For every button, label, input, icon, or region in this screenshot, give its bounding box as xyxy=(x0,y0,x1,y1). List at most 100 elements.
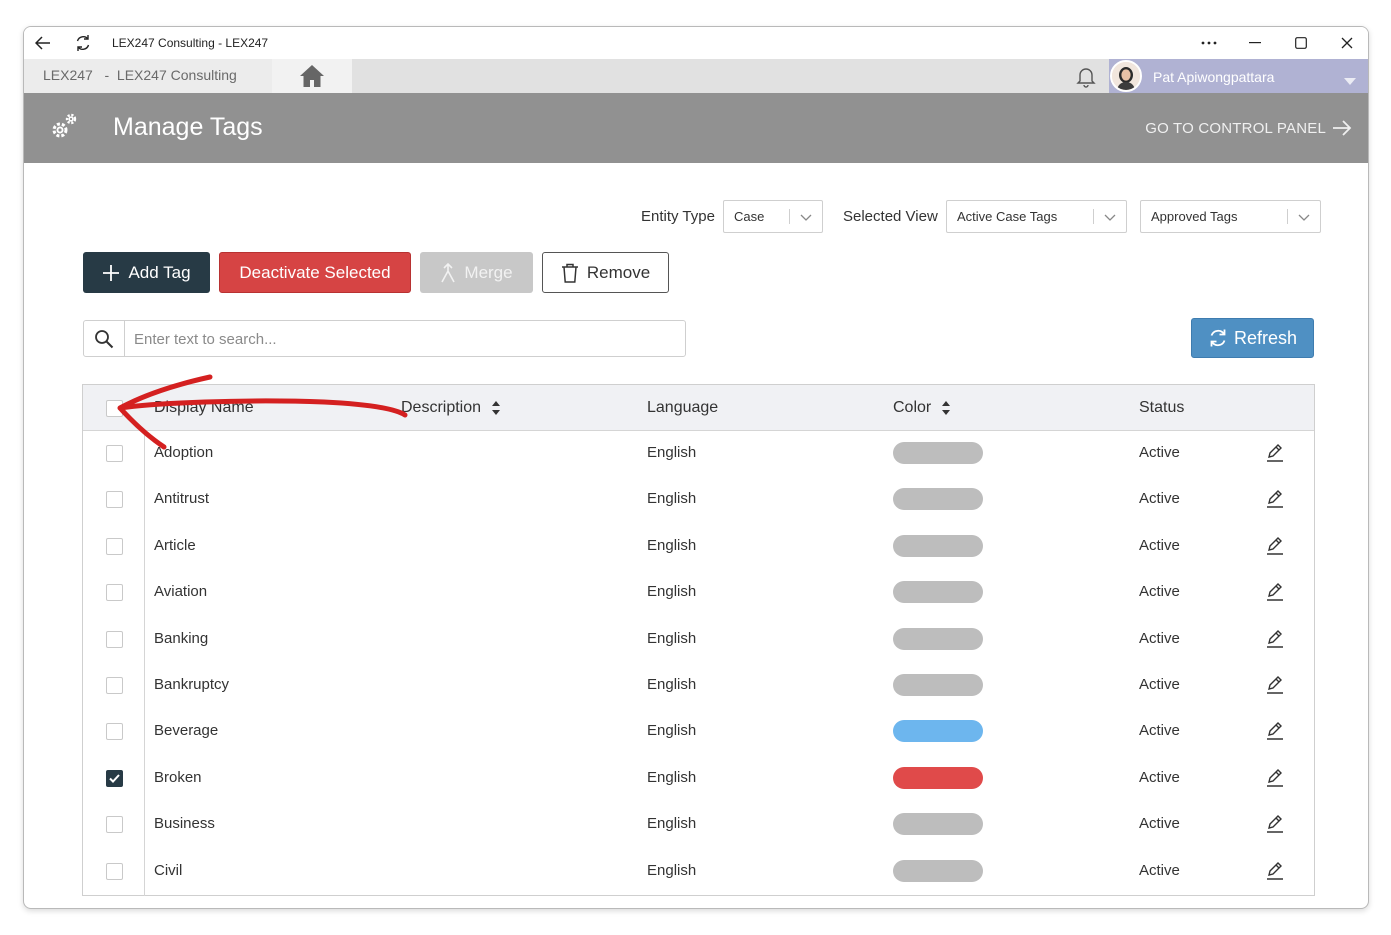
tag-language: English xyxy=(647,444,697,461)
tag-language: English xyxy=(647,583,697,601)
table-row[interactable]: Banking English Active xyxy=(83,617,1314,663)
tag-color-swatch xyxy=(893,766,983,789)
table-row[interactable]: Broken English Active xyxy=(83,756,1314,802)
bell-icon[interactable] xyxy=(1074,64,1098,93)
edit-pencil-icon[interactable] xyxy=(1265,535,1285,559)
close-icon[interactable] xyxy=(1337,33,1357,53)
remove-button[interactable]: Remove xyxy=(542,252,669,293)
tag-status: Active xyxy=(1139,536,1180,554)
edit-pencil-icon[interactable] xyxy=(1265,581,1285,605)
selected-view-value: Active Case Tags xyxy=(957,209,1058,224)
approval-filter-value: Approved Tags xyxy=(1151,209,1238,224)
control-panel-link[interactable]: GO TO CONTROL PANEL xyxy=(1145,119,1352,137)
row-checkbox[interactable] xyxy=(106,584,123,602)
entity-type-label: Entity Type xyxy=(641,208,715,225)
app-window: LEX247 Consulting - LEX247 LEX247 - LEX2… xyxy=(23,26,1369,909)
tag-name: Adoption xyxy=(154,444,214,461)
add-tag-label: Add Tag xyxy=(128,262,191,282)
checkmark-icon xyxy=(109,774,120,783)
search-icon[interactable] xyxy=(84,321,125,356)
edit-pencil-icon[interactable] xyxy=(1265,488,1285,512)
control-panel-label: GO TO CONTROL PANEL xyxy=(1145,119,1326,137)
window-title: LEX247 Consulting - LEX247 xyxy=(112,36,269,50)
table-row[interactable]: Article English Active xyxy=(83,524,1314,570)
row-checkbox[interactable] xyxy=(106,862,123,880)
refresh-sync-icon[interactable] xyxy=(73,33,93,53)
search-input[interactable] xyxy=(134,329,674,349)
add-tag-button[interactable]: Add Tag xyxy=(83,252,210,293)
page-header: Manage Tags GO TO CONTROL PANEL xyxy=(24,93,1368,163)
search-box xyxy=(83,320,686,357)
deactivate-label: Deactivate Selected xyxy=(239,262,391,282)
home-button[interactable] xyxy=(272,59,352,93)
table-row[interactable]: Civil English Active xyxy=(83,849,1314,895)
edit-pencil-icon[interactable] xyxy=(1265,720,1285,744)
column-header-color[interactable]: Color xyxy=(893,399,951,417)
column-header-status[interactable]: Status xyxy=(1139,399,1184,417)
merge-button[interactable]: Merge xyxy=(420,252,533,293)
table-row[interactable]: Bankruptcy English Active xyxy=(83,663,1314,709)
chevron-down-icon xyxy=(1104,210,1116,225)
table-row[interactable]: Aviation English Active xyxy=(83,570,1314,616)
minimize-icon[interactable] xyxy=(1245,33,1265,53)
more-icon[interactable] xyxy=(1199,33,1219,53)
arrow-right-icon xyxy=(1333,120,1352,136)
refresh-button[interactable]: Refresh xyxy=(1191,318,1314,358)
row-checkbox[interactable] xyxy=(106,769,123,787)
tag-status: Active xyxy=(1139,629,1180,647)
tag-status: Active xyxy=(1139,768,1180,786)
table-row[interactable]: Beverage English Active xyxy=(83,709,1314,755)
app-tab[interactable]: LEX247 - LEX247 Consulting xyxy=(24,59,272,93)
entity-type-select[interactable]: Case xyxy=(723,200,823,233)
column-header-language[interactable]: Language xyxy=(647,399,718,417)
avatar xyxy=(1110,60,1142,92)
column-header-description[interactable]: Description xyxy=(401,399,501,417)
table-row[interactable]: Business English Active xyxy=(83,802,1314,848)
row-checkbox[interactable] xyxy=(106,723,123,741)
tag-color-swatch xyxy=(893,442,983,464)
refresh-label: Refresh xyxy=(1233,327,1298,348)
page-title: Manage Tags xyxy=(113,113,263,141)
row-checkbox[interactable] xyxy=(106,537,123,555)
maximize-icon[interactable] xyxy=(1291,33,1311,53)
edit-pencil-icon[interactable] xyxy=(1265,628,1285,652)
tag-color-swatch xyxy=(893,488,983,511)
row-checkbox[interactable] xyxy=(106,816,123,834)
edit-pencil-icon[interactable] xyxy=(1265,442,1285,466)
tag-color-swatch xyxy=(893,534,983,557)
chevron-down-icon xyxy=(1298,210,1310,225)
back-arrow-icon[interactable] xyxy=(33,33,53,53)
tag-name: Beverage xyxy=(154,722,219,740)
row-checkbox[interactable] xyxy=(106,677,123,694)
tag-status: Active xyxy=(1139,490,1180,508)
title-bar: LEX247 Consulting - LEX247 xyxy=(24,27,1368,59)
table-row[interactable]: Adoption English Active xyxy=(83,431,1314,477)
refresh-icon xyxy=(1210,329,1226,347)
edit-pencil-icon[interactable] xyxy=(1265,813,1285,837)
tag-color-swatch xyxy=(893,813,983,836)
tags-table: Display Name Description Language Color … xyxy=(82,384,1315,896)
user-menu[interactable]: Pat Apiwongpattara xyxy=(1109,59,1368,93)
merge-label: Merge xyxy=(464,262,513,282)
row-checkbox[interactable] xyxy=(106,445,123,462)
edit-pencil-icon[interactable] xyxy=(1265,674,1285,698)
table-row[interactable]: Antitrust English Active xyxy=(83,477,1314,523)
merge-icon xyxy=(441,262,456,282)
tag-name: Broken xyxy=(154,768,202,786)
selected-view-select[interactable]: Active Case Tags xyxy=(946,200,1127,233)
row-checkbox[interactable] xyxy=(106,491,123,509)
tag-color-swatch xyxy=(893,674,983,696)
row-checkbox[interactable] xyxy=(106,630,123,648)
approval-filter-select[interactable]: Approved Tags xyxy=(1140,200,1321,233)
tag-color-swatch xyxy=(893,859,983,882)
tag-color-swatch xyxy=(893,581,983,604)
tag-name: Antitrust xyxy=(154,490,210,508)
user-name: Pat Apiwongpattara xyxy=(1153,69,1275,85)
trash-icon xyxy=(561,263,578,283)
edit-pencil-icon[interactable] xyxy=(1265,860,1285,884)
deactivate-selected-button[interactable]: Deactivate Selected xyxy=(219,252,411,293)
column-header-display-name[interactable]: Display Name xyxy=(154,399,254,417)
select-all-checkbox[interactable] xyxy=(106,400,123,417)
tag-name: Bankruptcy xyxy=(154,676,230,693)
edit-pencil-icon[interactable] xyxy=(1265,767,1285,791)
